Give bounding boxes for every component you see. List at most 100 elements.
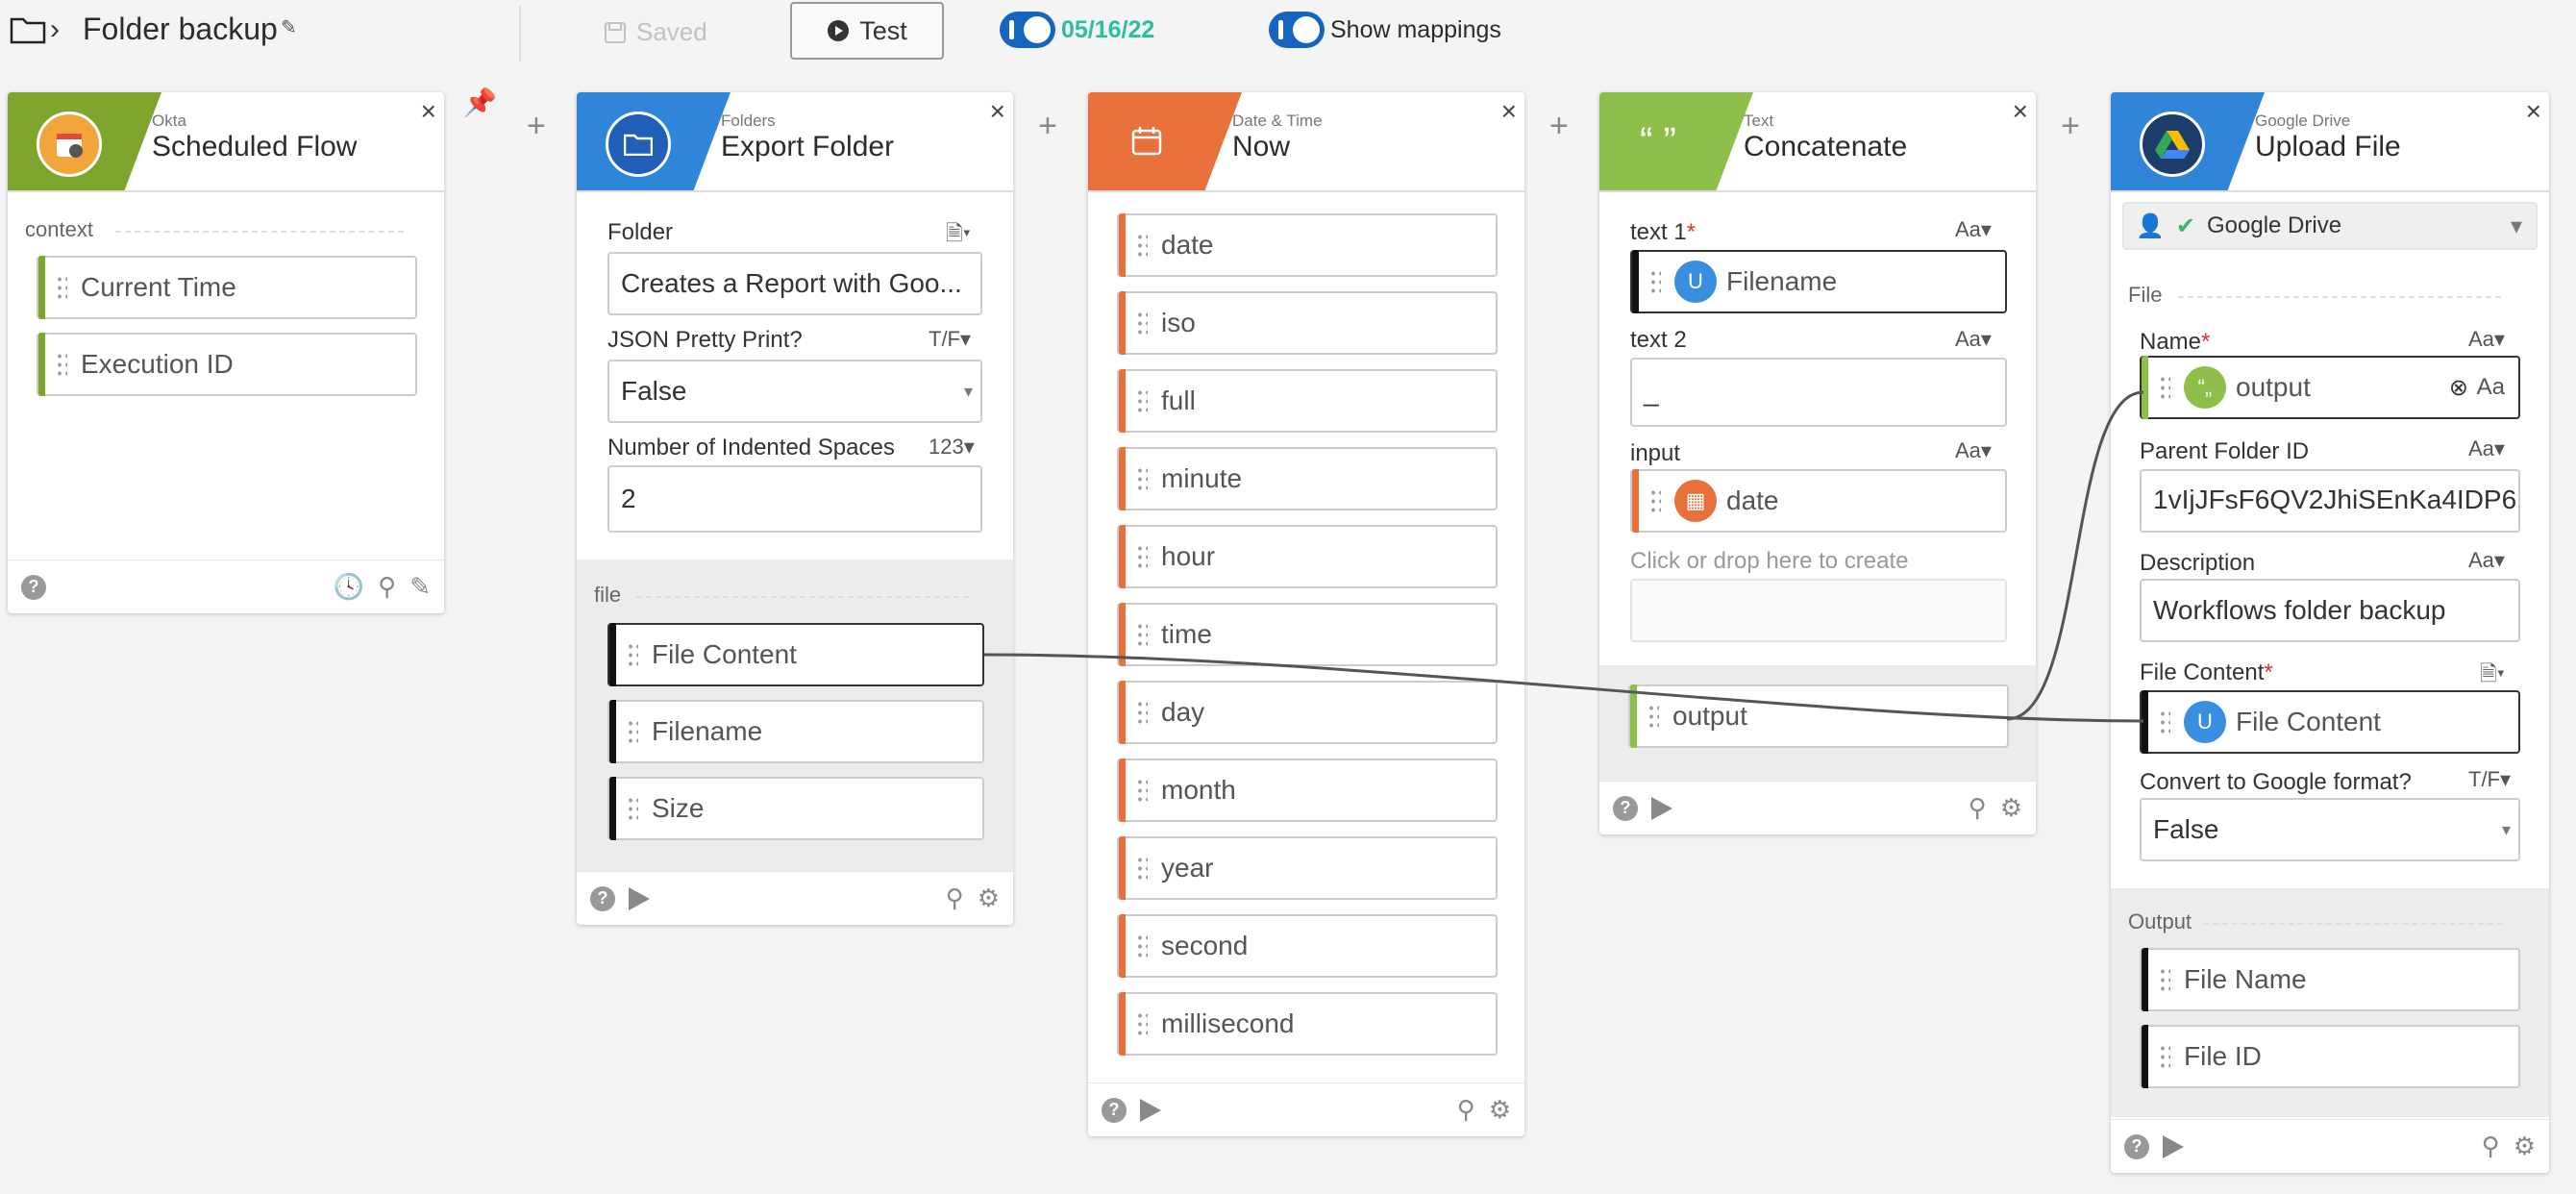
output-field-second[interactable]: second: [1117, 914, 1498, 978]
text1-mapped-field[interactable]: U Filename: [1630, 250, 2007, 313]
type-selector-text[interactable]: Aa▾: [1955, 327, 1992, 352]
drop-zone[interactable]: [1630, 579, 2007, 642]
file-type-icon[interactable]: 🗎▾: [2480, 658, 2505, 694]
close-icon[interactable]: ×: [1501, 96, 1517, 127]
type-selector-text[interactable]: Aa▾: [2468, 327, 2505, 352]
output-field-execution-id[interactable]: Execution ID: [37, 333, 417, 396]
parent-folder-id-field[interactable]: 1vIjJFsF6QV2JhiSEnKa4IDP6: [2140, 469, 2520, 533]
output-field-hour[interactable]: hour: [1117, 525, 1498, 588]
drag-handle-icon[interactable]: [627, 719, 638, 744]
drag-handle-icon[interactable]: [1136, 1011, 1148, 1036]
gear-icon[interactable]: ⚙: [978, 883, 1000, 913]
type-selector-text[interactable]: Aa▾: [1955, 438, 1992, 463]
name-mapped-field[interactable]: “„ output ⊗ Aa: [2140, 356, 2520, 419]
help-icon[interactable]: ?: [1102, 1097, 1127, 1123]
edit-icon[interactable]: ✎: [409, 572, 431, 602]
add-step-plus[interactable]: +: [1038, 108, 1057, 145]
search-icon[interactable]: ⚲: [1969, 793, 1987, 823]
close-icon[interactable]: ×: [990, 96, 1005, 127]
help-icon[interactable]: ?: [1613, 795, 1638, 821]
close-icon[interactable]: ×: [2013, 96, 2028, 127]
drag-handle-icon[interactable]: [1136, 778, 1148, 803]
output-field-file-content[interactable]: File Content: [607, 623, 984, 686]
drag-handle-icon[interactable]: [627, 642, 638, 667]
output-field-millisecond[interactable]: millisecond: [1117, 992, 1498, 1056]
description-field[interactable]: Workflows folder backup: [2140, 579, 2520, 642]
file-type-icon[interactable]: 🗎▾: [946, 217, 971, 254]
gear-icon[interactable]: ⚙: [2000, 793, 2022, 823]
test-button[interactable]: Test: [790, 2, 944, 60]
toggle-switch[interactable]: [1269, 12, 1325, 48]
type-selector-text[interactable]: Aa▾: [1955, 217, 1992, 242]
folder-icon[interactable]: [10, 15, 46, 44]
drag-handle-icon[interactable]: [1136, 622, 1148, 647]
search-icon[interactable]: ⚲: [946, 883, 964, 913]
output-field-day[interactable]: day: [1117, 681, 1498, 744]
output-field-full[interactable]: full: [1117, 369, 1498, 433]
edit-title-icon[interactable]: ✎: [281, 15, 297, 39]
drag-handle-icon[interactable]: [1136, 856, 1148, 881]
drag-handle-icon[interactable]: [2159, 709, 2170, 734]
output-field-date[interactable]: date: [1117, 213, 1498, 277]
drag-handle-icon[interactable]: [1136, 466, 1148, 491]
search-icon[interactable]: ⚲: [1457, 1095, 1475, 1125]
drag-handle-icon[interactable]: [2159, 967, 2170, 992]
output-field-filename[interactable]: Filename: [607, 700, 984, 763]
output-field-size[interactable]: Size: [607, 777, 984, 840]
output-field-minute[interactable]: minute: [1117, 447, 1498, 510]
date-toggle[interactable]: 05/16/22: [1000, 12, 1154, 48]
drag-handle-icon[interactable]: [2159, 375, 2170, 400]
help-icon[interactable]: ?: [21, 574, 46, 600]
add-step-plus[interactable]: +: [527, 108, 546, 145]
add-step-plus[interactable]: +: [2061, 108, 2080, 145]
output-field-file-name[interactable]: File Name: [2140, 948, 2520, 1011]
add-step-plus[interactable]: +: [1549, 108, 1569, 145]
type-selector-number[interactable]: 123▾: [929, 435, 975, 460]
output-field-current-time[interactable]: Current Time: [37, 256, 417, 319]
drag-handle-icon[interactable]: [1136, 544, 1148, 569]
drag-handle-icon[interactable]: [2159, 1044, 2170, 1069]
clear-icon[interactable]: ⊗: [2449, 374, 2468, 402]
drag-handle-icon[interactable]: [1647, 704, 1659, 729]
drag-handle-icon[interactable]: [56, 352, 67, 377]
type-selector-boolean[interactable]: T/F▾: [2468, 767, 2511, 792]
drag-handle-icon[interactable]: [627, 796, 638, 821]
drag-handle-icon[interactable]: [1136, 233, 1148, 258]
file-content-mapped-field[interactable]: U File Content: [2140, 690, 2520, 754]
play-icon[interactable]: [1140, 1098, 1161, 1122]
type-label[interactable]: Aa: [2477, 374, 2505, 401]
help-icon[interactable]: ?: [2124, 1133, 2149, 1159]
toggle-switch[interactable]: [1000, 12, 1055, 48]
output-field-year[interactable]: year: [1117, 836, 1498, 900]
output-field-month[interactable]: month: [1117, 759, 1498, 822]
help-icon[interactable]: ?: [590, 885, 615, 911]
output-field-output[interactable]: output: [1628, 684, 2009, 748]
gear-icon[interactable]: ⚙: [1489, 1095, 1511, 1125]
drag-handle-icon[interactable]: [1136, 933, 1148, 958]
flow-title[interactable]: Folder backup: [83, 12, 278, 47]
gear-icon[interactable]: ⚙: [2514, 1132, 2536, 1161]
search-icon[interactable]: ⚲: [378, 572, 396, 602]
type-selector-text[interactable]: Aa▾: [2468, 548, 2505, 573]
connection-select[interactable]: 👤 ✔ Google Drive ▾: [2122, 202, 2538, 250]
type-selector-boolean[interactable]: T/F▾: [929, 327, 971, 352]
drag-handle-icon[interactable]: [1136, 311, 1148, 336]
drag-handle-icon[interactable]: [1136, 388, 1148, 413]
text2-field[interactable]: _: [1630, 358, 2007, 427]
close-icon[interactable]: ×: [421, 96, 436, 127]
play-icon[interactable]: [629, 886, 650, 910]
json-pretty-print-select[interactable]: False: [607, 360, 982, 423]
convert-format-select[interactable]: False: [2140, 798, 2520, 861]
indented-spaces-field[interactable]: 2: [607, 465, 982, 533]
play-icon[interactable]: [2163, 1134, 2184, 1158]
show-mappings-toggle[interactable]: Show mappings: [1269, 12, 1501, 48]
output-field-iso[interactable]: iso: [1117, 291, 1498, 355]
drag-handle-icon[interactable]: [1649, 269, 1661, 294]
close-icon[interactable]: ×: [2526, 96, 2541, 127]
pin-icon[interactable]: 📌: [463, 87, 497, 118]
input-mapped-field[interactable]: ▦ date: [1630, 469, 2007, 533]
type-selector-text[interactable]: Aa▾: [2468, 436, 2505, 461]
play-icon[interactable]: [1651, 796, 1672, 820]
saved-button[interactable]: Saved: [604, 17, 707, 47]
folder-field[interactable]: Creates a Report with Goo...: [607, 252, 982, 315]
